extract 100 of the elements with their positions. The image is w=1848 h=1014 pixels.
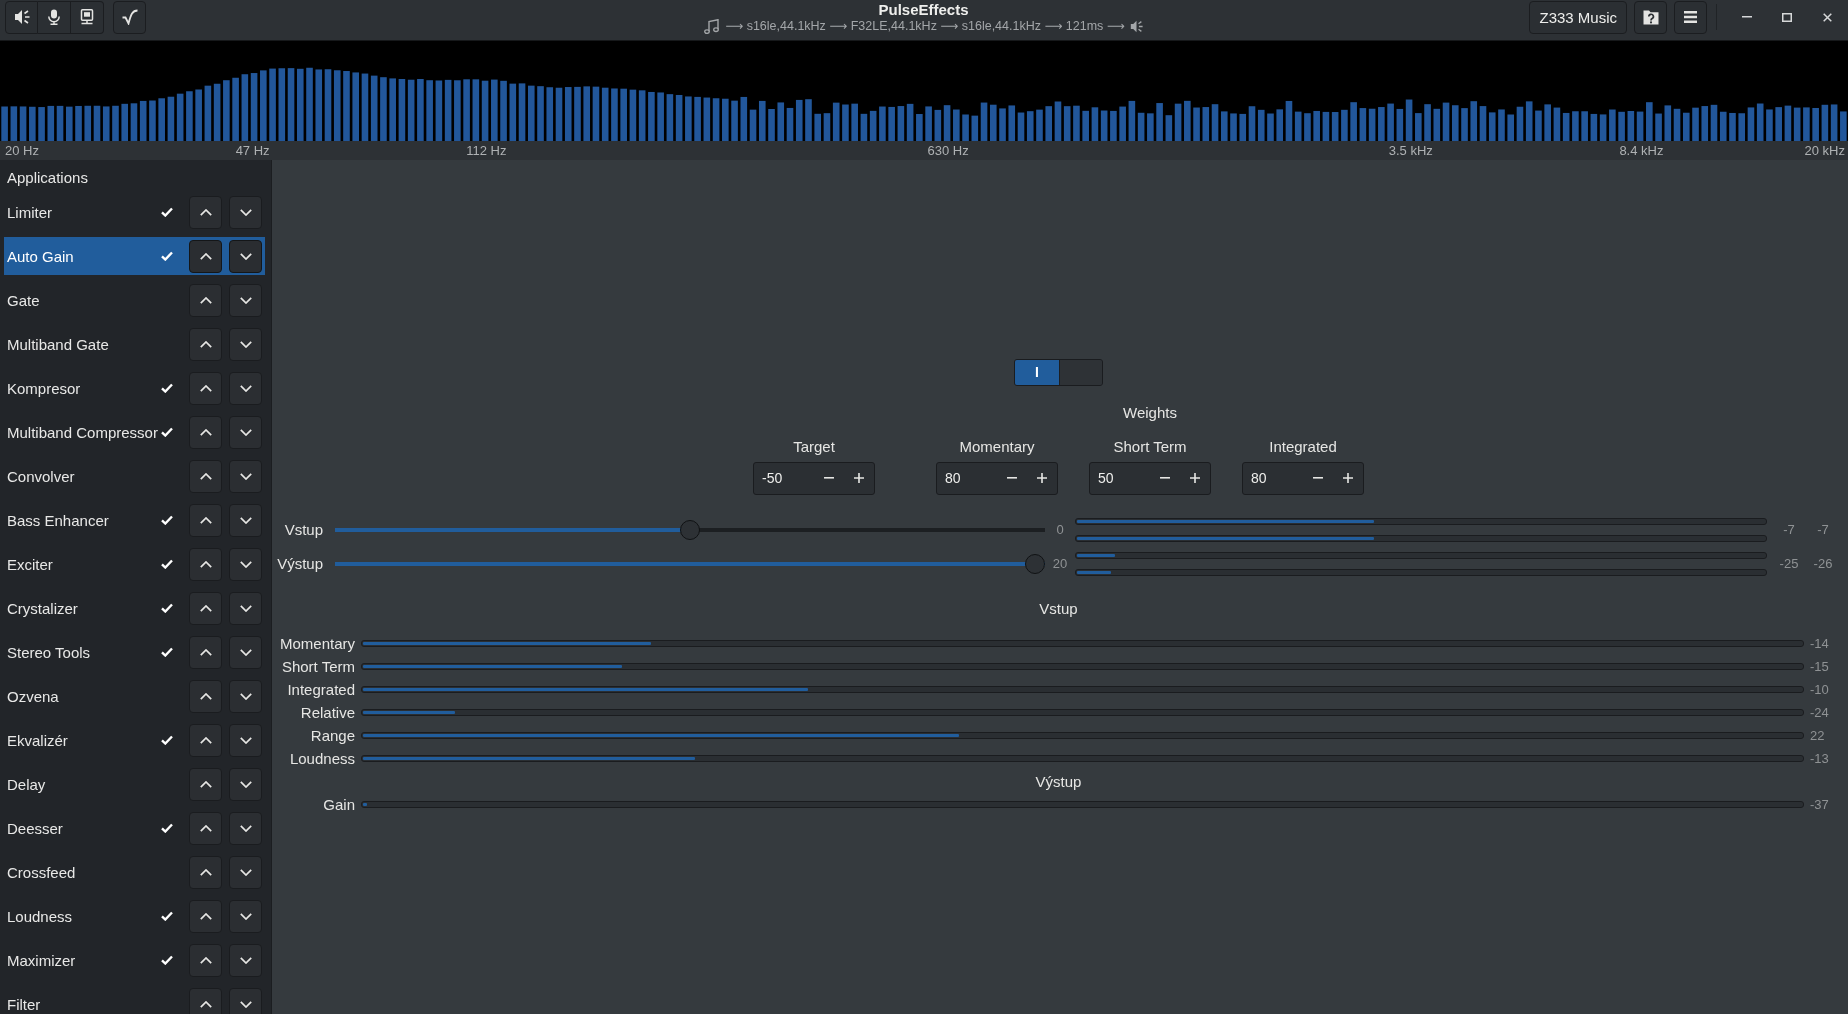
sidebar-item[interactable]: Maximizer [4, 941, 265, 979]
move-up-button[interactable] [189, 899, 222, 933]
move-down-button[interactable] [229, 723, 262, 757]
meter-label: Integrated [286, 680, 355, 698]
move-down-button[interactable] [229, 767, 262, 801]
sidebar-item[interactable]: Multiband Compressor [4, 413, 265, 451]
sidebar-item[interactable]: Multiband Gate [4, 325, 265, 363]
move-down-button[interactable] [229, 635, 262, 669]
move-down-button[interactable] [229, 987, 262, 1014]
move-up-button[interactable] [189, 943, 222, 977]
speaker-button[interactable] [5, 0, 38, 34]
move-down-button[interactable] [229, 679, 262, 713]
move-up-button[interactable] [189, 195, 222, 229]
spin-button[interactable]: -50 [753, 461, 875, 495]
chevron-down-icon [239, 868, 252, 876]
move-down-button[interactable] [229, 855, 262, 889]
number-field[interactable]: 50 [1090, 462, 1150, 494]
chevron-up-icon [199, 384, 212, 392]
move-up-button[interactable] [189, 635, 222, 669]
sidebar-item[interactable]: Delay [4, 765, 265, 803]
move-up-button[interactable] [189, 415, 222, 449]
move-down-button[interactable] [229, 327, 262, 361]
move-up-button[interactable] [189, 283, 222, 317]
move-up-button[interactable] [189, 987, 222, 1014]
chevron-up-icon [199, 956, 212, 964]
move-up-button[interactable] [189, 547, 222, 581]
chevron-down-icon [239, 824, 252, 832]
move-down-button[interactable] [229, 371, 262, 405]
move-down-button[interactable] [229, 943, 262, 977]
sidebar-item[interactable]: Ekvalizér [4, 721, 265, 759]
number-field[interactable]: -50 [754, 462, 814, 494]
chevron-down-icon [239, 780, 252, 788]
move-up-button[interactable] [189, 327, 222, 361]
meter-label: Range [309, 726, 355, 744]
sidebar-item[interactable]: Filter [4, 985, 265, 1014]
chevron-down-icon [239, 384, 252, 392]
move-up-button[interactable] [189, 679, 222, 713]
sidebar-item[interactable]: Bass Enhancer [4, 501, 265, 539]
move-down-button[interactable] [229, 415, 262, 449]
music-note-icon [704, 18, 721, 34]
slider-value: 0 [1055, 522, 1065, 537]
sidebar-item[interactable]: Crystalizer [4, 589, 265, 627]
sidebar-item[interactable]: Auto Gain [4, 237, 265, 275]
plus-icon [1037, 473, 1047, 483]
sidebar-item[interactable]: Applications [4, 164, 265, 190]
chevron-up-icon [199, 560, 212, 568]
meter-reading: -26 [1812, 556, 1834, 571]
move-down-button[interactable] [229, 195, 262, 229]
meter-label: Gain [322, 795, 355, 813]
move-down-button[interactable] [229, 459, 262, 493]
move-up-button[interactable] [189, 459, 222, 493]
spin-button[interactable]: 80 [936, 461, 1058, 495]
move-up-button[interactable] [189, 723, 222, 757]
chevron-up-icon [199, 868, 212, 876]
help-button[interactable] [1634, 0, 1667, 34]
curve-button[interactable] [113, 0, 146, 34]
sidebar-item[interactable]: Loudness [4, 897, 265, 935]
number-field[interactable]: 80 [937, 462, 997, 494]
sidebar-item[interactable]: Convolver [4, 457, 265, 495]
preset-button[interactable]: Z333 Music [1529, 0, 1627, 34]
move-down-button[interactable] [229, 503, 262, 537]
meter-reading: -13 [1810, 750, 1830, 766]
frequency-label: 20 kHz [1804, 142, 1845, 160]
sidebar-item[interactable]: Gate [4, 281, 265, 319]
spin-button[interactable]: 50 [1089, 461, 1211, 495]
move-up-button[interactable] [189, 855, 222, 889]
microphone-button[interactable] [38, 0, 71, 34]
move-up-button[interactable] [189, 371, 222, 405]
move-up-button[interactable] [189, 239, 222, 273]
chevron-down-icon [239, 252, 252, 260]
move-up-button[interactable] [189, 503, 222, 537]
move-down-button[interactable] [229, 283, 262, 317]
chevron-up-icon [199, 780, 212, 788]
toggle-switch[interactable]: I [1014, 358, 1103, 386]
chevron-up-icon [199, 472, 212, 480]
chevron-up-icon [199, 340, 212, 348]
plus-icon [1190, 473, 1200, 483]
move-down-button[interactable] [229, 899, 262, 933]
move-up-button[interactable] [189, 591, 222, 625]
meter-label: Momentary [278, 634, 355, 652]
sidebar-item[interactable]: Kompresor [4, 369, 265, 407]
move-down-button[interactable] [229, 811, 262, 845]
move-down-button[interactable] [229, 239, 262, 273]
slider-handle[interactable] [1025, 553, 1045, 574]
move-down-button[interactable] [229, 591, 262, 625]
sidebar-item[interactable]: Ozvena [4, 677, 265, 715]
slider-handle[interactable] [680, 519, 700, 540]
move-up-button[interactable] [189, 811, 222, 845]
sidebar-item[interactable]: Deesser [4, 809, 265, 847]
move-up-button[interactable] [189, 767, 222, 801]
sidebar-item[interactable]: Exciter [4, 545, 265, 583]
sidebar-item[interactable]: Limiter [4, 193, 265, 231]
field-label: Integrated [1269, 437, 1337, 456]
number-field[interactable]: 80 [1243, 462, 1303, 494]
menu-button[interactable] [1674, 0, 1707, 34]
monitor-button[interactable] [71, 0, 104, 34]
sidebar-item[interactable]: Stereo Tools [4, 633, 265, 671]
spin-button[interactable]: 80 [1242, 461, 1364, 495]
sidebar-item[interactable]: Crossfeed [4, 853, 265, 891]
move-down-button[interactable] [229, 547, 262, 581]
